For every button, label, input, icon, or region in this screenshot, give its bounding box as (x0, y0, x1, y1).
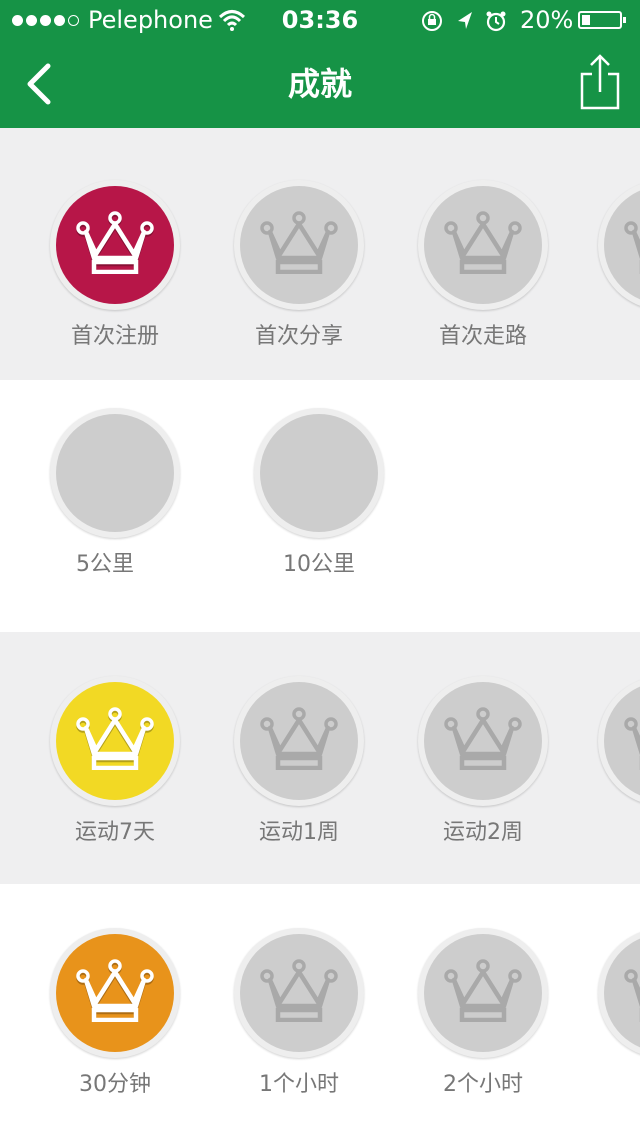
achievement-section-1: 首次注册 首次分享 首次走路 首 (0, 128, 640, 380)
badge-circle (50, 676, 180, 806)
badge-label: 30分钟 (79, 1072, 151, 1097)
crown-icon (624, 969, 640, 1022)
badge-circle (234, 180, 364, 310)
page-title: 成就 (287, 65, 352, 103)
badge-circle (418, 676, 548, 806)
badge-label: 首次分享 (254, 324, 343, 349)
badge-circle (234, 676, 364, 806)
badge-circle (50, 180, 180, 310)
crown-icon (444, 707, 522, 770)
battery-percent: 20% (520, 6, 574, 34)
header-bar: Pelephone 03:36 20% 成就 (0, 0, 640, 128)
badge-label: 1个小时 (259, 1072, 339, 1097)
crown-icon (76, 707, 154, 770)
share-button[interactable] (572, 52, 628, 112)
crown-icon (260, 211, 338, 274)
badge-label: 运动2周 (443, 820, 523, 845)
badge-label: 运动7天 (75, 820, 155, 845)
badge-label: 首 (578, 318, 640, 350)
share-icon (580, 54, 620, 110)
badge-label: 10公里 (283, 552, 355, 577)
badge-circle (418, 180, 548, 310)
status-bar: Pelephone 03:36 20% (0, 0, 640, 40)
crown-icon (76, 959, 154, 1022)
badge-circle (50, 408, 180, 538)
badge-circle (234, 928, 364, 1058)
badge-label: 运 (578, 814, 640, 846)
status-icons (422, 11, 506, 32)
crown-icon (260, 707, 338, 770)
achievement-section-4: 30分钟 1个小时 2个小时 3 (0, 884, 640, 1136)
rotation-lock-icon (422, 11, 442, 31)
achievement-section-3: 运动7天 运动1周 运动2周 运 (0, 632, 640, 884)
navigation-bar: 成就 (0, 40, 640, 128)
crown-icon (444, 959, 522, 1022)
alarm-icon (486, 11, 506, 32)
badge-circle (418, 928, 548, 1058)
badge-label: 2个小时 (443, 1072, 523, 1097)
crown-icon (624, 221, 640, 274)
crown-icon (260, 959, 338, 1022)
achievement-section-2: 5公里 10公里 (0, 380, 640, 632)
badge-circle (50, 928, 180, 1058)
badge-circle (598, 928, 640, 1058)
badge-circle (254, 408, 384, 538)
badge-circle (598, 676, 640, 806)
badge-circle (598, 180, 640, 310)
badge-label: 首次走路 (438, 324, 527, 349)
crown-icon (76, 211, 154, 274)
crown-icon (444, 211, 522, 274)
badge-label: 3 (578, 1066, 640, 1091)
badge-label: 首次注册 (70, 324, 159, 349)
crown-icon (624, 717, 640, 770)
badge-label: 5公里 (76, 552, 134, 577)
badge-label: 运动1周 (259, 820, 339, 845)
battery-icon (578, 11, 626, 29)
location-arrow-icon (458, 12, 472, 29)
